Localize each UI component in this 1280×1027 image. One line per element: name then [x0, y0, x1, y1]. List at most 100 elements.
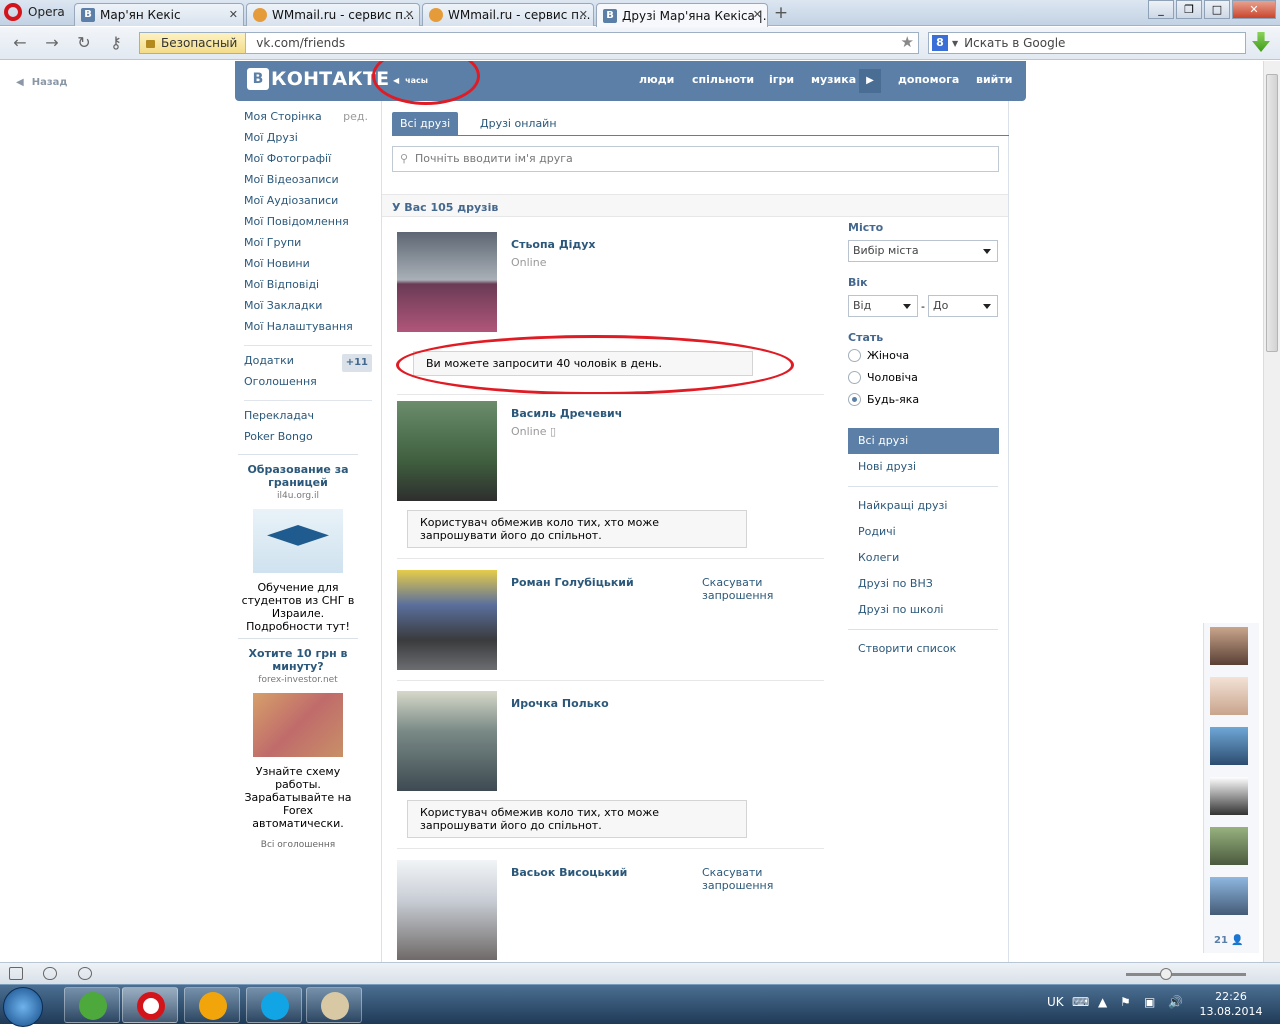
friend-avatar[interactable]	[397, 691, 497, 791]
radio-button[interactable]	[848, 348, 861, 362]
friend-avatar[interactable]	[397, 570, 497, 670]
chat-friend-avatar[interactable]	[1210, 777, 1248, 815]
menu-my-audio[interactable]: Мої Аудіозаписи	[244, 194, 372, 215]
list-relatives[interactable]: Родичі	[848, 519, 999, 545]
edit-link[interactable]: ред.	[343, 110, 368, 124]
online-friends-count[interactable]: 21 👤	[1214, 935, 1244, 946]
download-icon[interactable]	[1252, 32, 1270, 52]
friend-avatar[interactable]	[397, 860, 497, 960]
menu-my-page[interactable]: Моя Сторінка ред.	[244, 110, 372, 131]
minimize-button[interactable]: _	[1148, 0, 1174, 19]
nav-music[interactable]: музика	[811, 73, 856, 86]
list-best-friends[interactable]: Найкращі друзі	[848, 493, 999, 519]
friend-avatar[interactable]	[397, 232, 497, 332]
volume-icon[interactable]: 🔊	[1168, 995, 1183, 1009]
taskbar-clock[interactable]: 22:26 13.08.2014	[1196, 989, 1266, 1019]
opera-taskbar-button[interactable]	[122, 987, 178, 1023]
utorrent-taskbar-button[interactable]	[64, 987, 120, 1023]
chat-friend-avatar[interactable]	[1210, 877, 1248, 915]
menu-my-messages[interactable]: Мої Повідомлення	[244, 215, 372, 236]
keyboard-icon[interactable]: ⌨	[1072, 995, 1089, 1009]
back-link[interactable]: ◀ Назад	[16, 74, 75, 88]
reload-icon[interactable]: ↻	[72, 33, 96, 55]
browser-tab-active[interactable]: В Друзі Мар'яна Кекіса |... ✕	[596, 3, 768, 27]
menu-apps[interactable]: Додатки +11	[244, 354, 372, 375]
filter-new-friends[interactable]: Нові друзі	[848, 454, 999, 480]
new-tab-button[interactable]: +	[770, 4, 792, 24]
ad-block[interactable]: Образование за границей il4u.org.il Обуч…	[238, 454, 358, 633]
browser-search-field[interactable]: 8 ▼ Искать в Google	[928, 32, 1246, 54]
banknote-image[interactable]	[253, 693, 343, 757]
friend-name[interactable]: Роман Голубіцький	[511, 576, 634, 589]
menu-ads[interactable]: Оголошення	[244, 375, 372, 396]
radio-button-selected[interactable]	[848, 392, 861, 406]
zoom-slider-handle[interactable]	[1160, 968, 1172, 980]
friend-name[interactable]: Стьопа Дідух	[511, 238, 596, 251]
close-tab-icon[interactable]: ✕	[579, 8, 588, 21]
menu-my-friends[interactable]: Мої Друзі	[244, 131, 372, 152]
sex-option-male[interactable]: Чоловіча	[848, 366, 1000, 388]
close-tab-icon[interactable]: ✕	[229, 8, 238, 21]
search-engine-dropdown-icon[interactable]: ▼	[952, 39, 958, 48]
sex-option-female[interactable]: Жіноча	[848, 344, 1000, 366]
tab-all-friends[interactable]: Всі друзі	[392, 112, 459, 136]
close-window-button[interactable]: ✕	[1232, 0, 1276, 19]
friend-name[interactable]: Ирочка Полько	[511, 697, 609, 710]
menu-my-videos[interactable]: Мої Відеозаписи	[244, 173, 372, 194]
bookmark-star-icon[interactable]: ★	[901, 33, 914, 51]
chat-friend-avatar[interactable]	[1210, 827, 1248, 865]
nav-help[interactable]: допомога	[898, 73, 959, 86]
language-indicator[interactable]: UK	[1047, 995, 1064, 1009]
music-play-icon[interactable]: ▶	[859, 69, 881, 93]
all-ads-link[interactable]: Всі оголошення	[238, 840, 358, 850]
graduation-cap-image[interactable]	[253, 509, 343, 573]
cloud-sync-icon[interactable]	[43, 967, 57, 980]
key-icon[interactable]: ⚷	[104, 33, 128, 55]
aimp-taskbar-button[interactable]	[184, 987, 240, 1023]
browser-tab[interactable]: В Мар'ян Кекіс ✕	[74, 3, 244, 26]
list-university-friends[interactable]: Друзі по ВНЗ	[848, 571, 999, 597]
nav-communities[interactable]: спільноти	[692, 73, 754, 86]
network-icon[interactable]: ▣	[1144, 995, 1155, 1009]
address-url[interactable]: vk.com/friends	[246, 36, 345, 50]
opera-menu-button[interactable]: Opera	[0, 0, 70, 24]
nav-logout[interactable]: вийти	[976, 73, 1012, 86]
zoom-slider[interactable]	[1126, 973, 1246, 976]
forward-arrow-icon[interactable]: →	[40, 33, 64, 55]
friend-name[interactable]: Васьок Висоцький	[511, 866, 627, 879]
skype-taskbar-button[interactable]	[246, 987, 302, 1023]
age-from-select[interactable]: Від	[848, 295, 918, 317]
friend-name[interactable]: Василь Дречевич	[511, 407, 622, 420]
menu-my-replies[interactable]: Мої Відповіді	[244, 278, 372, 299]
cancel-invite-link[interactable]: Скасувати запрошення	[702, 576, 792, 602]
menu-translator[interactable]: Перекладач	[244, 409, 372, 430]
vk-logo[interactable]: В КОНТАКТЕ	[247, 68, 389, 90]
menu-poker-bongo[interactable]: Poker Bongo	[244, 430, 372, 451]
age-to-select[interactable]: До	[928, 295, 998, 317]
google-icon[interactable]: 8	[932, 35, 948, 51]
vertical-scrollbar[interactable]	[1263, 61, 1280, 962]
chat-friend-avatar[interactable]	[1210, 627, 1248, 665]
ad-title[interactable]: Хотите 10 грн в минуту?	[238, 647, 358, 673]
restore-button[interactable]: ❐	[1176, 0, 1202, 19]
close-tab-icon[interactable]: ✕	[405, 8, 414, 21]
sex-option-any[interactable]: Будь-яка	[848, 388, 1000, 410]
list-colleagues[interactable]: Колеги	[848, 545, 999, 571]
tab-friends-online[interactable]: Друзі онлайн	[472, 112, 565, 136]
maximize-button[interactable]: □	[1204, 0, 1230, 19]
cancel-invite-link[interactable]: Скасувати запрошення	[702, 866, 792, 892]
close-tab-icon[interactable]: ✕	[753, 8, 762, 21]
nav-games[interactable]: ігри	[769, 73, 794, 86]
nav-people[interactable]: люди	[639, 73, 674, 86]
ad-block[interactable]: Хотите 10 грн в минуту? forex-investor.n…	[238, 638, 358, 830]
panel-toggle-icon[interactable]	[9, 967, 23, 980]
security-badge[interactable]: Безопасный	[140, 33, 247, 53]
menu-my-photos[interactable]: Мої Фотографії	[244, 152, 372, 173]
menu-my-groups[interactable]: Мої Групи	[244, 236, 372, 257]
list-school-friends[interactable]: Друзі по школі	[848, 597, 999, 623]
speed-dial-icon[interactable]	[78, 967, 92, 980]
show-hidden-icons-icon[interactable]: ▲	[1098, 995, 1107, 1009]
chat-friend-avatar[interactable]	[1210, 727, 1248, 765]
paint-taskbar-button[interactable]	[306, 987, 362, 1023]
scrollbar-thumb[interactable]	[1266, 74, 1278, 352]
